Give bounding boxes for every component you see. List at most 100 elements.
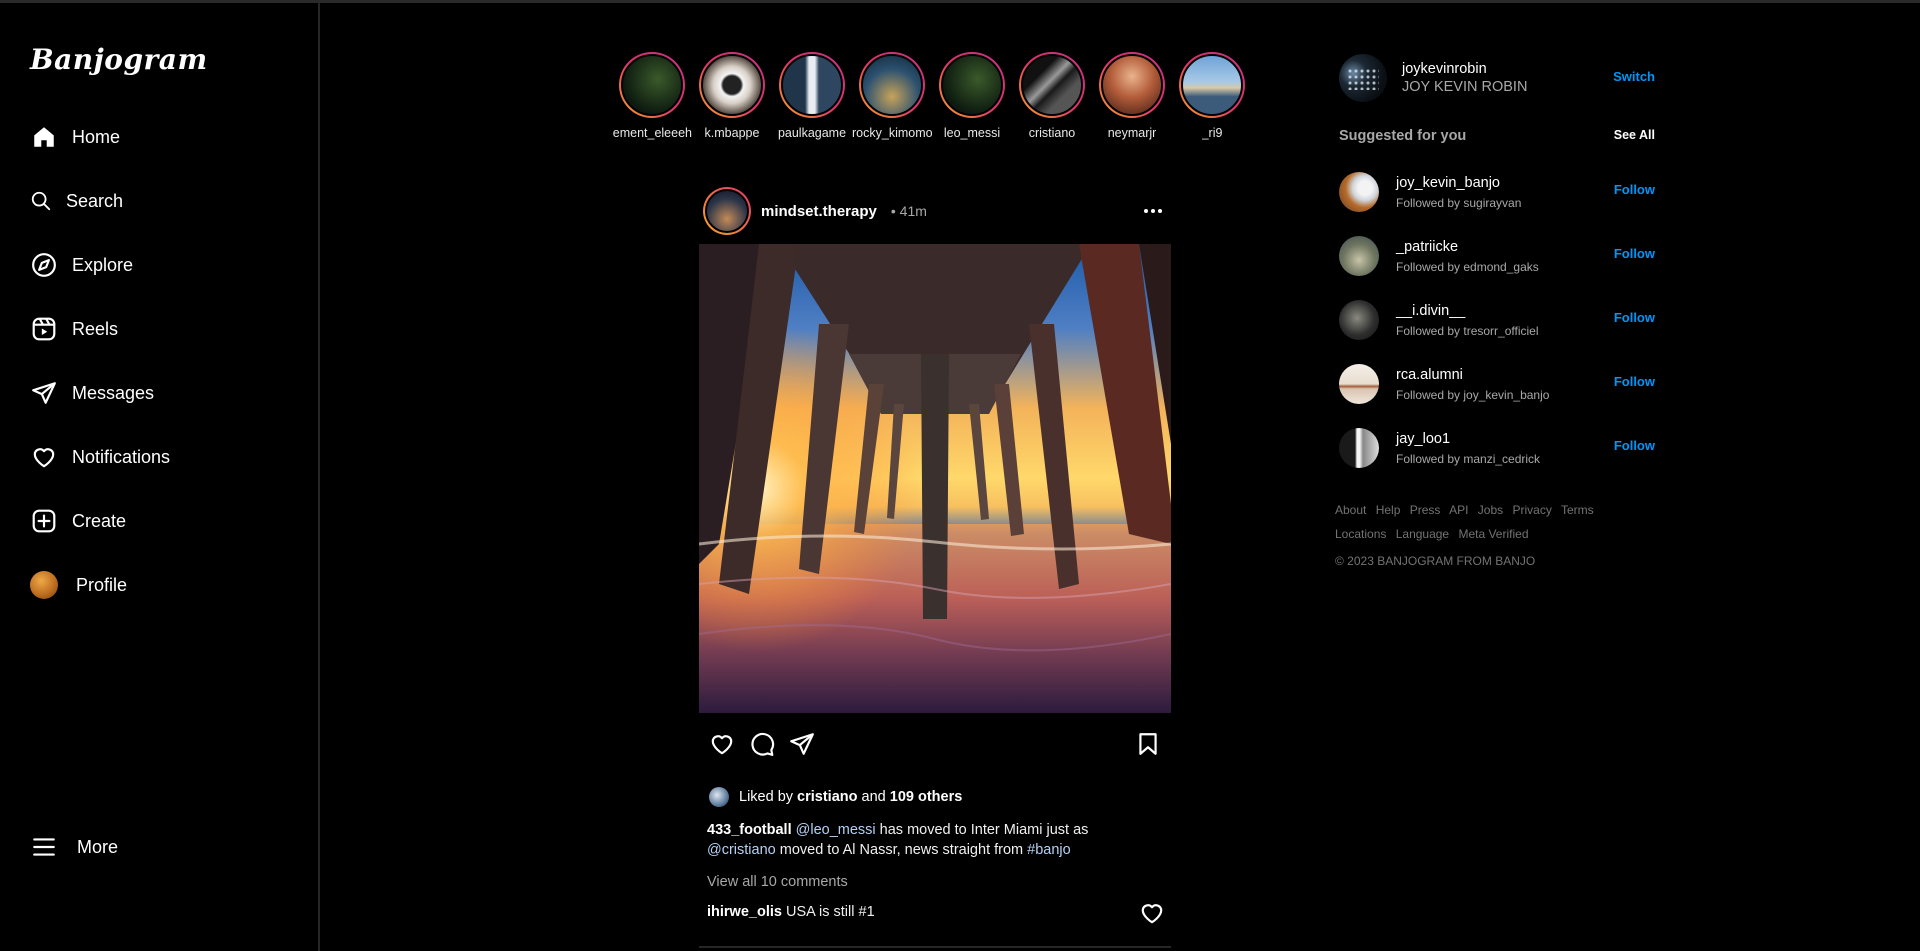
sidebar-item-create[interactable]: Create <box>30 501 126 541</box>
suggestion-username[interactable]: _patriicke <box>1396 239 1539 255</box>
story-ring <box>859 52 925 118</box>
avatar[interactable] <box>1339 428 1379 468</box>
app-logo[interactable]: Banjogram <box>30 43 208 76</box>
feed-post: mindset.therapy • 41m Liked by cristiano… <box>699 187 1171 924</box>
liked-others[interactable]: 109 others <box>890 789 963 805</box>
story-item[interactable]: _ri9 <box>1172 52 1252 152</box>
follow-button[interactable]: Follow <box>1614 182 1655 197</box>
suggestion-username[interactable]: jay_loo1 <box>1396 431 1540 447</box>
like-heart-icon[interactable] <box>709 731 735 757</box>
suggestion-info: joy_kevin_banjo Followed by sugirayvan <box>1396 175 1521 210</box>
post-author-avatar[interactable] <box>703 187 751 235</box>
story-avatar <box>1101 54 1163 116</box>
story-ring <box>939 52 1005 118</box>
footer-link-api[interactable]: API <box>1449 503 1468 517</box>
current-username[interactable]: joykevinrobin <box>1402 61 1527 77</box>
footer-link-privacy[interactable]: Privacy <box>1512 503 1551 517</box>
suggestions-header: Suggested for you See All <box>1335 128 1655 152</box>
mention-link[interactable]: @cristiano <box>707 842 776 858</box>
sidebar-item-label: Search <box>66 190 124 211</box>
follow-button[interactable]: Follow <box>1614 374 1655 389</box>
avatar[interactable] <box>1339 54 1387 102</box>
suggestion-item: jay_loo1 Followed by manzi_cedrick Follo… <box>1335 416 1655 480</box>
liked-user[interactable]: cristiano <box>797 789 857 805</box>
view-all-comments-link[interactable]: View all 10 comments <box>707 874 848 890</box>
bookmark-icon[interactable] <box>1135 731 1161 757</box>
sidebar-item-search[interactable]: Search <box>30 181 123 221</box>
suggestion-followed-by: Followed by joy_kevin_banjo <box>1396 387 1550 402</box>
suggestion-info: __i.divin__ Followed by tresorr_officiel <box>1396 303 1539 338</box>
search-icon <box>30 187 52 215</box>
post-caption: 433_football @leo_messi has moved to Int… <box>707 820 1127 860</box>
footer-link-locations[interactable]: Locations <box>1335 527 1386 541</box>
suggestion-username[interactable]: rca.alumni <box>1396 367 1549 383</box>
sidebar-item-more[interactable]: More <box>30 827 118 867</box>
footer-link-meta-verified[interactable]: Meta Verified <box>1458 527 1528 541</box>
caption-username[interactable]: 433_football <box>707 822 792 838</box>
comment-icon[interactable] <box>749 731 775 757</box>
sidebar-item-label: Home <box>72 126 121 147</box>
sidebar-item-label: Profile <box>76 574 128 595</box>
switch-account-button[interactable]: Switch <box>1613 69 1655 84</box>
post-image[interactable] <box>699 244 1171 713</box>
story-item[interactable]: k.mbappe <box>692 52 772 152</box>
follow-button[interactable]: Follow <box>1614 246 1655 261</box>
story-item[interactable]: element_eleeeh <box>612 52 692 152</box>
footer-link-press[interactable]: Press <box>1410 503 1441 517</box>
avatar[interactable] <box>1339 236 1379 276</box>
sidebar-item-notifications[interactable]: Notifications <box>30 437 170 477</box>
post-author-username[interactable]: mindset.therapy <box>761 203 877 220</box>
stories-bar: element_eleeeh k.mbappe paulkagame rocky… <box>612 52 1252 152</box>
comment-like-heart-icon[interactable] <box>1139 900 1165 926</box>
footer-link-jobs[interactable]: Jobs <box>1478 503 1503 517</box>
suggestion-info: jay_loo1 Followed by manzi_cedrick <box>1396 431 1540 466</box>
story-ring <box>619 52 685 118</box>
story-item[interactable]: paulkagame <box>772 52 852 152</box>
story-avatar <box>781 54 843 116</box>
sidebar-item-messages[interactable]: Messages <box>30 373 154 413</box>
sidebar-item-profile[interactable]: Profile <box>30 565 127 605</box>
follow-button[interactable]: Follow <box>1614 310 1655 325</box>
suggestion-username[interactable]: __i.divin__ <box>1396 303 1539 319</box>
home-icon <box>30 123 58 151</box>
sidebar-item-label: Messages <box>72 382 155 403</box>
current-fullname: JOY KEVIN ROBIN <box>1402 79 1528 95</box>
footer-link-help[interactable]: Help <box>1376 503 1401 517</box>
avatar <box>705 189 749 233</box>
avatar[interactable] <box>1339 172 1379 212</box>
suggestion-info: rca.alumni Followed by joy_kevin_banjo <box>1396 367 1549 402</box>
follow-button[interactable]: Follow <box>1614 438 1655 453</box>
hashtag-link[interactable]: #banjo <box>1027 842 1071 858</box>
footer-link-language[interactable]: Language <box>1396 527 1449 541</box>
likes-summary: Liked by cristiano and 109 others <box>709 787 962 807</box>
footer-link-terms[interactable]: Terms <box>1561 503 1594 517</box>
sidebar-item-home[interactable]: Home <box>30 117 120 157</box>
comment-text: USA is still #1 <box>785 904 875 920</box>
post-header: mindset.therapy • 41m <box>699 187 1171 235</box>
sidebar-item-explore[interactable]: Explore <box>30 245 133 285</box>
post-divider <box>699 946 1171 948</box>
share-icon[interactable] <box>789 731 815 757</box>
suggestion-item: rca.alumni Followed by joy_kevin_banjo F… <box>1335 352 1655 416</box>
story-avatar <box>1181 54 1243 116</box>
story-name: paulkagame <box>777 126 847 140</box>
see-all-button[interactable]: See All <box>1614 128 1655 142</box>
mention-link[interactable]: @leo_messi <box>796 822 876 838</box>
story-item[interactable]: neymarjr <box>1092 52 1172 152</box>
sidebar-item-reels[interactable]: Reels <box>30 309 118 349</box>
avatar[interactable] <box>1339 364 1379 404</box>
story-item[interactable]: cristiano <box>1012 52 1092 152</box>
story-avatar <box>1021 54 1083 116</box>
suggestion-username[interactable]: joy_kevin_banjo <box>1396 175 1521 191</box>
story-item[interactable]: leo_messi <box>932 52 1012 152</box>
post-actions: Liked by cristiano and 109 others 433_fo… <box>699 713 1171 924</box>
footer-link-about[interactable]: About <box>1335 503 1366 517</box>
story-item[interactable]: rocky_kimomo <box>852 52 932 152</box>
avatar[interactable] <box>1339 300 1379 340</box>
story-name: _ri9 <box>1201 126 1223 140</box>
sidebar-item-label: More <box>77 836 119 857</box>
more-options-icon[interactable] <box>1141 199 1165 223</box>
comment-username[interactable]: ihirwe_olis <box>707 904 782 920</box>
story-name: cristiano <box>1028 126 1076 140</box>
story-avatar <box>701 54 763 116</box>
